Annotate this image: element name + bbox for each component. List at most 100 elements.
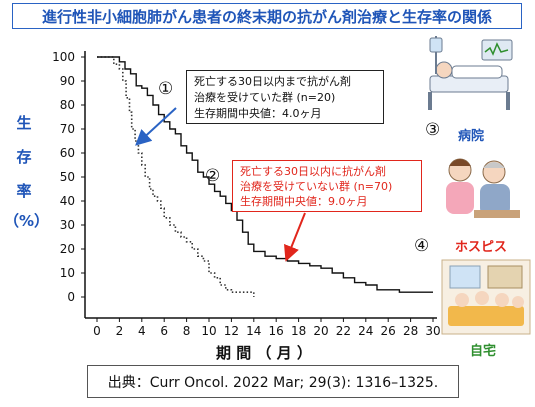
series-1-point xyxy=(131,128,132,129)
series-1-point xyxy=(145,176,146,177)
series-2-point xyxy=(287,260,288,261)
series-1-point xyxy=(214,277,215,278)
place-hospice-label: ホスピス xyxy=(455,240,508,255)
y-tick-label: 60 xyxy=(60,146,75,160)
series-1-point xyxy=(160,208,161,209)
series-2-point xyxy=(220,196,221,197)
source-citation-text: 出典：Curr Oncol. 2022 Mar; 29(3): 1316–132… xyxy=(107,374,439,391)
series-1-point xyxy=(242,292,243,293)
series-2-point xyxy=(152,104,153,105)
series-1-point xyxy=(122,80,123,81)
x-tick-label: 16 xyxy=(269,324,284,338)
series-2-point xyxy=(376,289,377,290)
group2-annotation: 死亡する30日以内に抗がん剤 治療を受けていない群 (n=70) 生存期間中央値… xyxy=(232,160,422,212)
x-tick-label: 4 xyxy=(138,324,146,338)
series-2-point xyxy=(399,292,400,293)
series-2-point xyxy=(96,56,97,57)
group1-marker: ① xyxy=(158,79,174,99)
series-1-point xyxy=(113,64,114,65)
home-illustration xyxy=(441,259,531,335)
y-tick-label: 80 xyxy=(60,98,75,112)
series-1-point xyxy=(208,272,209,273)
y-tick-label: 20 xyxy=(60,242,75,256)
series-2-point xyxy=(214,191,215,192)
x-tick-label: 14 xyxy=(246,324,261,338)
y-tick-label: 50 xyxy=(60,170,75,184)
group1-line1: 死亡する30日以内まで抗がん剤 xyxy=(194,75,351,88)
series-1-point xyxy=(149,188,150,189)
series-2-point xyxy=(197,172,198,173)
series-2-point xyxy=(136,85,137,86)
place-hospital-marker: ③ xyxy=(425,120,441,140)
place-home-label: 自宅 xyxy=(470,344,497,359)
series-1-point xyxy=(152,196,153,197)
series-1-point xyxy=(119,68,120,69)
series-2-point xyxy=(236,220,237,221)
x-tick-label: 10 xyxy=(201,324,216,338)
series-2-point xyxy=(180,145,181,146)
series-1-point xyxy=(134,140,135,141)
series-2-point xyxy=(113,56,114,57)
series-1-point xyxy=(157,200,158,201)
y-tick-label: 100 xyxy=(52,50,75,64)
y-tick-label: 30 xyxy=(60,218,75,232)
source-citation: 出典：Curr Oncol. 2022 Mar; 29(3): 1316–132… xyxy=(87,365,459,398)
series-1-point xyxy=(175,232,176,233)
series-2-point xyxy=(164,121,165,122)
group2-line2: 治療を受けていない群 (n=70) xyxy=(240,180,393,193)
series-2-point xyxy=(158,114,159,115)
series-1-point xyxy=(253,296,254,297)
y-tick-label: 90 xyxy=(60,74,75,88)
group1-annotation: 死亡する30日以内まで抗がん剤 治療を受けていた群 (n=20) 生存期間中央値… xyxy=(186,70,384,124)
x-tick-label: 8 xyxy=(183,324,191,338)
series-1-point xyxy=(164,217,165,218)
series-2-point xyxy=(264,256,265,257)
series-2-point xyxy=(354,282,355,283)
series-1-point xyxy=(225,289,226,290)
x-axis-label: 期 間 （ 月 ） xyxy=(216,344,312,362)
series-2-point xyxy=(141,88,142,89)
series-1-point xyxy=(203,260,204,261)
x-tick-label: 28 xyxy=(403,324,418,338)
series-1-point xyxy=(186,241,187,242)
y-tick-label: 40 xyxy=(60,194,75,208)
series-1-point xyxy=(169,224,170,225)
series-1-point xyxy=(141,164,142,165)
series-2-point xyxy=(248,244,249,245)
series-2-point xyxy=(320,268,321,269)
group2-line1: 死亡する30日以内に抗がん剤 xyxy=(240,165,386,178)
series-2-point xyxy=(225,203,226,204)
x-tick-label: 18 xyxy=(291,324,306,338)
series-2-point xyxy=(276,258,277,259)
group2-line3: 生存期間中央値：9.0ヶ月 xyxy=(240,195,368,208)
series-2-point xyxy=(119,61,120,62)
x-tick-label: 24 xyxy=(358,324,373,338)
series-2-point xyxy=(130,73,131,74)
y-tick-label: 10 xyxy=(60,266,75,280)
series-1-point xyxy=(192,248,193,249)
place-hospital-label: 病院 xyxy=(458,129,485,144)
y-tick-label: 70 xyxy=(60,122,75,136)
series-2-point xyxy=(432,292,433,293)
series-1-point xyxy=(129,112,130,113)
hospital-illustration xyxy=(428,36,513,110)
series-2-point xyxy=(388,289,389,290)
series-2-point xyxy=(298,263,299,264)
group2-marker: ② xyxy=(205,166,221,186)
y-tick-label: 0 xyxy=(67,290,75,304)
x-tick-label: 22 xyxy=(336,324,351,338)
x-tick-label: 30 xyxy=(425,324,440,338)
x-tick-label: 0 xyxy=(93,324,101,338)
series-1-point xyxy=(231,292,232,293)
series-2-point xyxy=(169,128,170,129)
arrow-group2 xyxy=(284,212,306,262)
series-2-point xyxy=(192,160,193,161)
series-2-point xyxy=(175,133,176,134)
x-tick-label: 12 xyxy=(224,324,239,338)
hospice-illustration xyxy=(446,158,520,218)
series-2-point xyxy=(410,292,411,293)
series-2-point xyxy=(186,152,187,153)
series-1-point xyxy=(180,236,181,237)
series-1-point xyxy=(197,256,198,257)
x-tick-label: 20 xyxy=(313,324,328,338)
